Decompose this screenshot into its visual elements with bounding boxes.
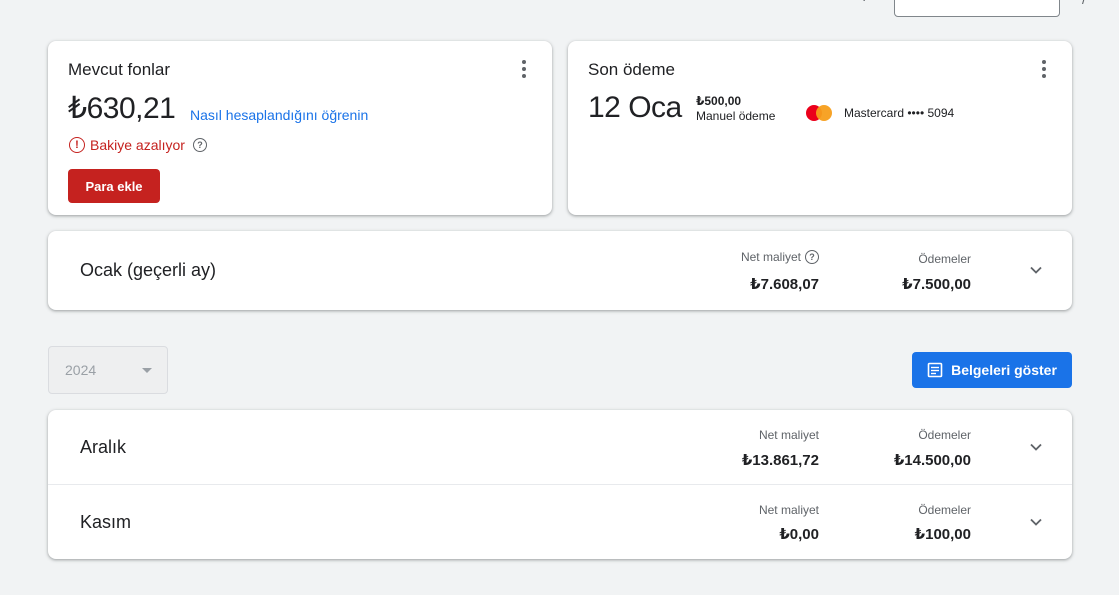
help-icon[interactable]: ? — [192, 138, 207, 152]
payments-value: ₺100,00 — [914, 526, 971, 543]
month-row-kasim[interactable]: Kasım Net maliyet ₺0,00 Ödemeler ₺100,00 — [48, 485, 1072, 559]
last-payment-title: Son ödeme — [588, 60, 675, 79]
low-balance-text: Bakiye azalıyor — [90, 137, 185, 153]
month-row-aralik[interactable]: Aralık Net maliyet ₺13.861,72 Ödemeler ₺… — [48, 410, 1072, 484]
payments-label: Ödemeler — [918, 252, 971, 266]
last-payment-card: Son ödeme 12 Oca ₺500,00 Manuel ödeme Ma… — [568, 41, 1072, 215]
learn-how-calculated-link[interactable]: Nasıl hesaplandığını öğrenin — [190, 107, 368, 123]
top-partial-field[interactable] — [894, 0, 1060, 17]
net-cost-value: ₺7.608,07 — [750, 276, 819, 293]
payments-value: ₺7.500,00 — [902, 276, 971, 293]
show-documents-label: Belgeleri göster — [951, 362, 1057, 378]
payment-method: Manuel ödeme — [696, 109, 776, 123]
top-partial-icon: · — [862, 0, 866, 7]
net-cost-label: Net maliyet ? — [741, 250, 819, 264]
year-dropdown[interactable]: 2024 — [48, 346, 168, 394]
add-funds-button[interactable]: Para ekle — [68, 169, 160, 203]
show-documents-button[interactable]: Belgeleri göster — [912, 352, 1072, 388]
document-icon — [927, 362, 943, 378]
funds-amount: ₺630,21 — [68, 92, 176, 125]
funds-more-menu-icon[interactable] — [512, 57, 536, 81]
payments-value: ₺14.500,00 — [893, 452, 971, 469]
top-partial-control[interactable]: / — [1082, 0, 1086, 7]
net-cost-value: ₺0,00 — [779, 526, 819, 543]
row-divider — [48, 484, 1072, 485]
chevron-down-icon[interactable] — [1026, 437, 1046, 457]
low-balance-warning: ! Bakiye azalıyor ? — [69, 137, 207, 153]
card-label: Mastercard •••• 5094 — [844, 106, 955, 120]
mastercard-icon — [806, 105, 832, 121]
funds-title: Mevcut fonlar — [68, 60, 171, 79]
month-title: Kasım — [80, 512, 132, 532]
month-title: Aralık — [80, 437, 127, 457]
payments-label: Ödemeler — [918, 428, 971, 442]
payment-date: 12 Oca — [588, 91, 682, 124]
year-value: 2024 — [65, 362, 97, 378]
funds-card: Mevcut fonlar ₺630,21 Nasıl hesaplandığı… — [48, 41, 552, 215]
net-cost-value: ₺13.861,72 — [741, 452, 819, 469]
payment-more-menu-icon[interactable] — [1032, 57, 1056, 81]
net-cost-label: Net maliyet — [758, 503, 819, 517]
payment-amount: ₺500,00 — [696, 94, 742, 108]
chevron-down-icon[interactable] — [1026, 512, 1046, 532]
payments-label: Ödemeler — [918, 503, 971, 517]
net-cost-label-text: Net maliyet — [740, 250, 801, 264]
net-cost-label: Net maliyet — [758, 428, 819, 442]
help-icon[interactable]: ? — [805, 250, 819, 264]
caret-down-icon — [142, 368, 152, 373]
current-month-row[interactable]: Ocak (geçerli ay) Net maliyet ? ₺7.608,0… — [48, 231, 1072, 310]
error-icon: ! — [69, 137, 85, 153]
current-month-title: Ocak (geçerli ay) — [80, 260, 217, 280]
chevron-down-icon[interactable] — [1026, 260, 1046, 280]
